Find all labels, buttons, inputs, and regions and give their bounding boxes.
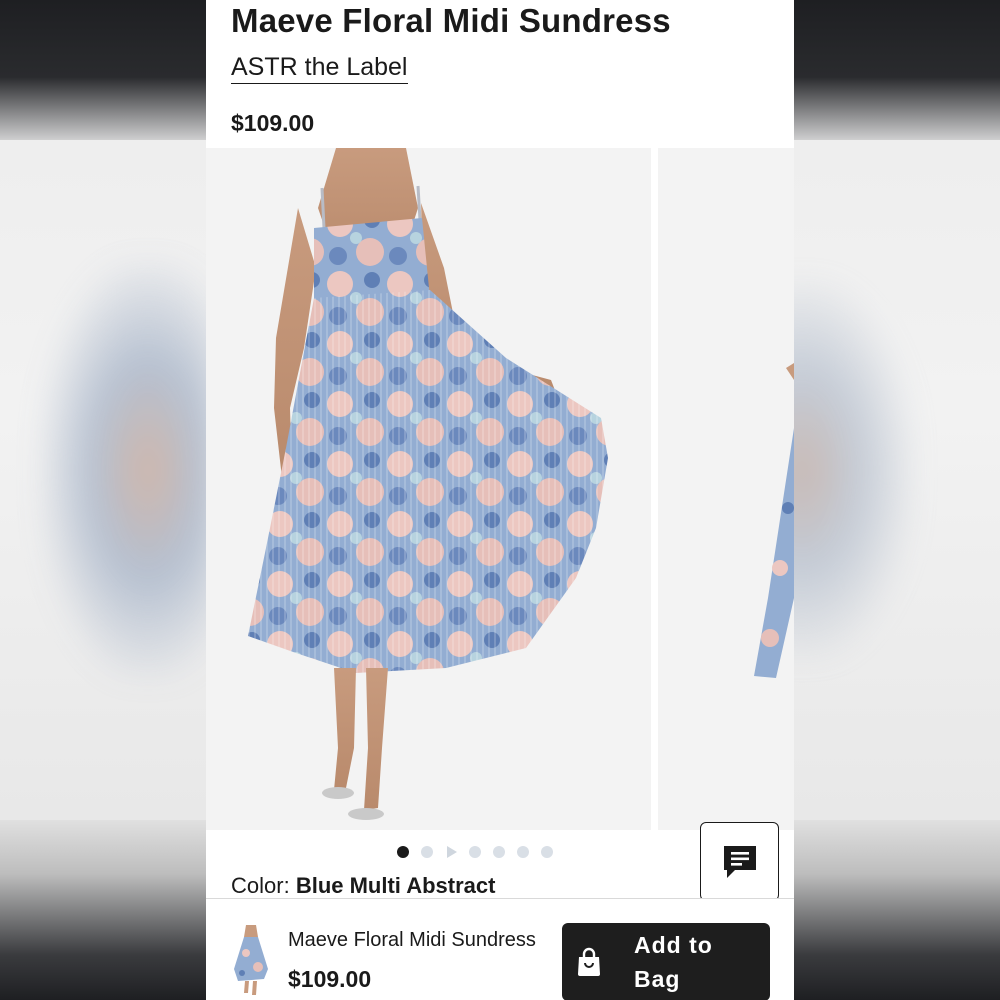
- carousel-dot[interactable]: [541, 846, 553, 858]
- blurred-background-right: [794, 0, 1000, 1000]
- sticky-product-name: Maeve Floral Midi Sundress: [288, 929, 536, 951]
- color-label: Color:: [231, 873, 290, 898]
- color-selection: Color: Blue Multi Abstract: [231, 873, 495, 899]
- sticky-product-price: $109.00: [288, 966, 372, 992]
- product-image-next[interactable]: [658, 148, 794, 830]
- chat-icon: [723, 845, 756, 878]
- chat-button[interactable]: [700, 822, 779, 901]
- product-image-main[interactable]: [206, 148, 651, 830]
- shopping-bag-icon: [578, 947, 600, 976]
- image-carousel[interactable]: [206, 148, 794, 830]
- carousel-dot[interactable]: [469, 846, 481, 858]
- blurred-background-left: [0, 0, 206, 1000]
- brand-link[interactable]: ASTR the Label: [231, 52, 408, 84]
- carousel-dot-active[interactable]: [397, 846, 409, 858]
- product-page: Maeve Floral Midi Sundress ASTR the Labe…: [206, 0, 794, 1000]
- product-thumbnail: [228, 923, 274, 997]
- carousel-dot[interactable]: [493, 846, 505, 858]
- video-play-icon[interactable]: [445, 846, 457, 858]
- carousel-dot[interactable]: [517, 846, 529, 858]
- sticky-add-to-bag-bar: Maeve Floral Midi Sundress $109.00 Add t…: [206, 898, 794, 1000]
- add-to-bag-label: Add to Bag: [634, 932, 713, 992]
- color-value: Blue Multi Abstract: [295, 873, 496, 898]
- add-to-bag-button[interactable]: Add to Bag: [562, 923, 770, 1000]
- carousel-dot[interactable]: [421, 846, 433, 858]
- product-price: $109.00: [231, 110, 315, 136]
- product-title: Maeve Floral Midi Sundress: [231, 2, 671, 39]
